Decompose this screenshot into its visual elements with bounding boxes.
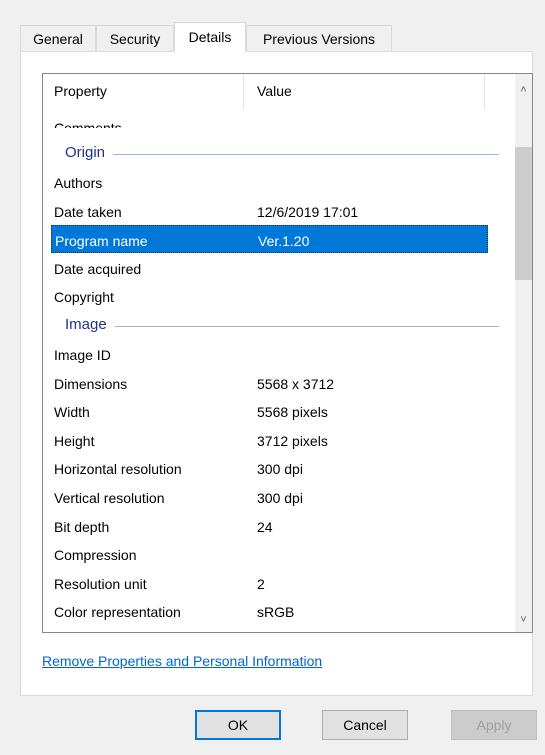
- property-value: 5568 pixels: [257, 404, 328, 421]
- property-row[interactable]: Vertical resolution 300 dpi: [51, 483, 488, 511]
- property-name: Width: [54, 404, 90, 421]
- property-row[interactable]: Date acquired: [51, 254, 488, 282]
- details-panel: Comments Property Value Origin Authors Dat…: [20, 51, 533, 696]
- property-row[interactable]: Compression: [51, 540, 488, 568]
- group-divider: [65, 154, 499, 155]
- property-row[interactable]: Color representation sRGB: [51, 597, 488, 625]
- property-value: 5568 x 3712: [257, 375, 335, 392]
- property-name: Bit depth: [54, 518, 110, 535]
- tab-general[interactable]: General: [20, 25, 96, 51]
- property-row[interactable]: Width 5568 pixels: [51, 397, 488, 425]
- property-value: Ver.1.20: [258, 233, 310, 250]
- property-name: Height: [54, 432, 95, 449]
- property-name: Dimensions: [54, 375, 128, 392]
- property-value: 2: [257, 575, 265, 592]
- property-value: sRGB: [257, 604, 295, 621]
- property-row[interactable]: Horizontal resolution 300 dpi: [51, 454, 488, 482]
- tab-previous-versions[interactable]: Previous Versions: [246, 25, 392, 51]
- scrollbar-thumb[interactable]: [515, 147, 532, 280]
- property-row[interactable]: Image ID: [51, 340, 488, 368]
- property-row[interactable]: Dimensions 5568 x 3712: [51, 369, 488, 397]
- group-header[interactable]: Image: [51, 311, 499, 339]
- group-header[interactable]: Origin: [51, 139, 499, 167]
- property-value: 3712 pixels: [257, 432, 328, 449]
- column-divider[interactable]: [484, 74, 485, 110]
- property-name: Color representation: [54, 604, 181, 621]
- property-name: Program name: [55, 233, 148, 250]
- column-divider[interactable]: [243, 74, 244, 110]
- property-name: Authors: [54, 175, 103, 191]
- property-name: Compression: [54, 547, 137, 564]
- property-row[interactable]: Resolution unit 2: [51, 569, 488, 597]
- property-value: 300 dpi: [257, 461, 303, 478]
- property-name: Date taken: [54, 203, 122, 220]
- property-name: Horizontal resolution: [54, 461, 182, 478]
- tab-details[interactable]: Details: [174, 22, 246, 52]
- apply-button[interactable]: Apply: [451, 710, 537, 740]
- property-row[interactable]: Authors: [51, 168, 488, 196]
- chevron-up-icon[interactable]: ˄: [515, 82, 532, 99]
- partial-row-comments: Comments: [54, 120, 122, 136]
- property-value: 12/6/2019 17:01: [257, 203, 359, 220]
- cancel-button[interactable]: Cancel: [322, 710, 408, 740]
- property-row[interactable]: Date taken 12/6/2019 17:01: [51, 197, 488, 225]
- group-divider: [65, 326, 499, 327]
- remove-properties-link[interactable]: Remove Properties and Personal Informati…: [42, 653, 322, 669]
- column-header-property[interactable]: Property: [54, 83, 107, 99]
- ok-button[interactable]: OK: [195, 710, 281, 740]
- property-list[interactable]: Comments Property Value Origin Authors Dat…: [42, 73, 533, 633]
- list-header: Property Value: [43, 74, 514, 110]
- property-name: Copyright: [54, 289, 114, 306]
- property-row[interactable]: Program name Ver.1.20: [51, 225, 488, 254]
- property-value: 24: [257, 518, 273, 535]
- property-row[interactable]: Height 3712 pixels: [51, 426, 488, 454]
- property-name: Image ID: [54, 347, 111, 363]
- property-name: Date acquired: [54, 260, 142, 277]
- vertical-scrollbar[interactable]: ˄ ˅: [515, 74, 532, 632]
- property-value: 300 dpi: [257, 490, 303, 506]
- group-label: Image: [65, 316, 115, 333]
- property-name: Resolution unit: [54, 575, 147, 592]
- column-header-value[interactable]: Value: [257, 83, 292, 99]
- tab-security[interactable]: Security: [96, 25, 174, 51]
- property-row[interactable]: Bit depth 24: [51, 512, 488, 540]
- property-name: Vertical resolution: [54, 490, 165, 506]
- group-label: Origin: [65, 144, 114, 161]
- chevron-down-icon[interactable]: ˅: [515, 612, 532, 629]
- property-row[interactable]: Copyright: [51, 282, 488, 310]
